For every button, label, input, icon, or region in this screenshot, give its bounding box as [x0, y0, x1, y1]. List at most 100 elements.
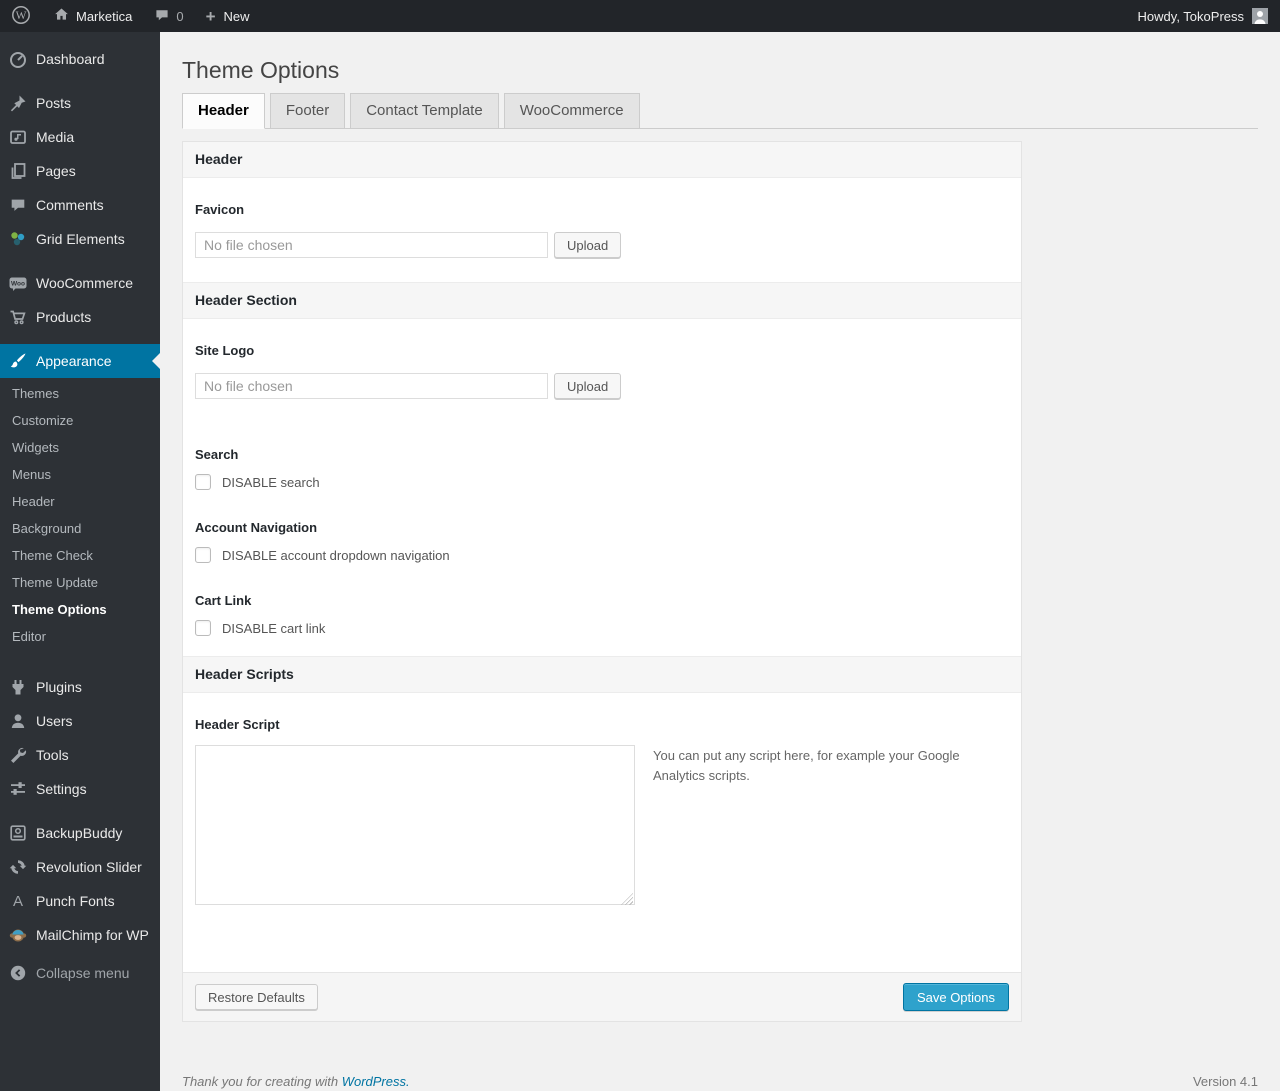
tab-woocommerce[interactable]: WooCommerce [503, 93, 640, 129]
page-title: Theme Options [182, 57, 340, 83]
sidebar-item-products[interactable]: Products [0, 300, 160, 334]
new-content-menu[interactable]: + New [195, 0, 261, 32]
sidebar-item-media[interactable]: Media [0, 120, 160, 154]
submenu-item-header[interactable]: Header [0, 488, 160, 515]
search-checkbox-row: DISABLE search [183, 463, 1021, 496]
media-icon [8, 127, 28, 147]
submenu-item-menus[interactable]: Menus [0, 461, 160, 488]
disable-search-checkbox[interactable] [195, 474, 211, 490]
wordpress-link[interactable]: WordPress. [342, 1074, 410, 1089]
tab-header[interactable]: Header [182, 93, 265, 129]
sidebar-item-label: Punch Fonts [36, 893, 115, 909]
search-label: Search [195, 447, 239, 462]
sidebar-item-tools[interactable]: Tools [0, 738, 160, 772]
sidebar-item-label: Products [36, 309, 92, 325]
sidebar-item-posts[interactable]: Posts [0, 86, 160, 120]
header-script-textarea[interactable] [195, 745, 635, 905]
submenu-item-theme-check[interactable]: Theme Check [0, 542, 160, 569]
submenu-item-theme-update[interactable]: Theme Update [0, 569, 160, 596]
svg-text:Woo: Woo [11, 280, 25, 287]
sidebar-item-users[interactable]: Users [0, 704, 160, 738]
cart-link-label: Cart Link [195, 593, 252, 608]
panel-footer: Restore Defaults Save Options [183, 972, 1021, 1021]
sidebar-item-settings[interactable]: Settings [0, 772, 160, 806]
disable-cart-link-checkbox[interactable] [195, 620, 211, 636]
sidebar-item-label: Dashboard [36, 51, 105, 67]
section-heading-header: Header [183, 142, 1021, 178]
sidebar-item-label: WooCommerce [36, 275, 133, 291]
favicon-label: Favicon [195, 202, 245, 217]
sliders-icon [8, 779, 28, 799]
sidebar-item-label: Grid Elements [36, 231, 125, 247]
account-nav-checkbox-row: DISABLE account dropdown navigation [183, 536, 1021, 569]
sidebar-item-label: Tools [36, 747, 69, 763]
sidebar-item-revolution-slider[interactable]: Revolution Slider [0, 850, 160, 884]
favicon-file-input[interactable] [195, 232, 548, 258]
collapse-arrow-icon [8, 963, 28, 983]
sidebar-item-plugins[interactable]: Plugins [0, 670, 160, 704]
submenu-item-customize[interactable]: Customize [0, 407, 160, 434]
appearance-submenu: Themes Customize Widgets Menus Header Ba… [0, 378, 160, 660]
header-script-textarea-wrap [195, 745, 635, 910]
favicon-upload-button[interactable]: Upload [554, 232, 622, 258]
header-script-hint: You can put any script here, for example… [653, 748, 960, 784]
sidebar-item-label: BackupBuddy [36, 825, 123, 841]
monkey-icon [8, 925, 28, 945]
pages-icon [8, 161, 28, 181]
favicon-row: Upload [183, 218, 1021, 282]
site-logo-label: Site Logo [195, 343, 255, 358]
sidebar-item-comments[interactable]: Comments [0, 188, 160, 222]
tab-footer[interactable]: Footer [269, 93, 346, 129]
comment-count: 0 [176, 8, 184, 24]
submenu-item-background[interactable]: Background [0, 515, 160, 542]
collapse-menu-button[interactable]: Collapse menu [0, 956, 160, 990]
footer-thanks-text: Thank you for creating with WordPress. [182, 1074, 410, 1089]
disable-account-nav-checkbox[interactable] [195, 547, 211, 563]
paintbrush-icon [8, 351, 28, 371]
wordpress-logo-menu[interactable]: W [0, 0, 42, 32]
restore-defaults-button[interactable]: Restore Defaults [195, 984, 318, 1010]
comments-admin-link[interactable]: 0 [143, 0, 194, 32]
disable-account-nav-label: DISABLE account dropdown navigation [222, 547, 450, 563]
howdy-text: Howdy, TokoPress [1137, 8, 1244, 24]
sidebar-item-woocommerce[interactable]: Woo WooCommerce [0, 266, 160, 300]
main-content: Theme Options Header Footer Contact Temp… [160, 0, 1280, 1089]
letter-a-icon: A [12, 892, 23, 910]
refresh-arrows-icon [8, 857, 28, 877]
disable-cart-link-label: DISABLE cart link [222, 620, 326, 636]
sidebar-item-pages[interactable]: Pages [0, 154, 160, 188]
sidebar-item-dashboard[interactable]: Dashboard [0, 42, 160, 76]
admin-bar: W Marketica 0 + New Howdy, TokoPress [0, 0, 1280, 32]
person-icon [8, 711, 28, 731]
sidebar-item-appearance[interactable]: Appearance [0, 344, 160, 378]
sidebar-item-label: Settings [36, 781, 87, 797]
submenu-item-editor[interactable]: Editor [0, 623, 160, 650]
tab-contact-template[interactable]: Contact Template [350, 93, 499, 129]
admin-bar-account[interactable]: Howdy, TokoPress [1138, 8, 1280, 24]
pushpin-icon [8, 93, 28, 113]
section-heading-header-scripts: Header Scripts [183, 656, 1021, 693]
sidebar-item-label: Comments [36, 197, 104, 213]
save-options-button[interactable]: Save Options [902, 983, 1009, 1011]
sidebar-item-punch-fonts[interactable]: A Punch Fonts [0, 884, 160, 918]
new-label: New [223, 8, 250, 24]
sidebar-item-mailchimp[interactable]: MailChimp for WP [0, 918, 160, 952]
dashboard-icon [8, 49, 28, 69]
sidebar-item-label: Revolution Slider [36, 859, 142, 875]
sidebar-item-backupbuddy[interactable]: BackupBuddy [0, 816, 160, 850]
avatar [1252, 8, 1268, 24]
woocommerce-icon: Woo [8, 273, 28, 293]
site-logo-upload-button[interactable]: Upload [554, 373, 622, 399]
sidebar-item-grid-elements[interactable]: Grid Elements [0, 222, 160, 256]
visit-site-link[interactable]: Marketica [42, 0, 143, 32]
submenu-item-theme-options[interactable]: Theme Options [0, 596, 160, 623]
version-text: Version 4.1 [1192, 1074, 1258, 1089]
submenu-item-widgets[interactable]: Widgets [0, 434, 160, 461]
submenu-item-themes[interactable]: Themes [0, 380, 160, 407]
site-logo-row: Upload [183, 359, 1021, 423]
theme-options-panel: Header Favicon Upload Header Section Sit… [182, 141, 1022, 1022]
sidebar-item-label: Pages [36, 163, 76, 179]
site-logo-file-input[interactable] [195, 373, 548, 399]
account-navigation-label: Account Navigation [195, 520, 318, 535]
header-script-row: You can put any script here, for example… [183, 733, 1021, 922]
